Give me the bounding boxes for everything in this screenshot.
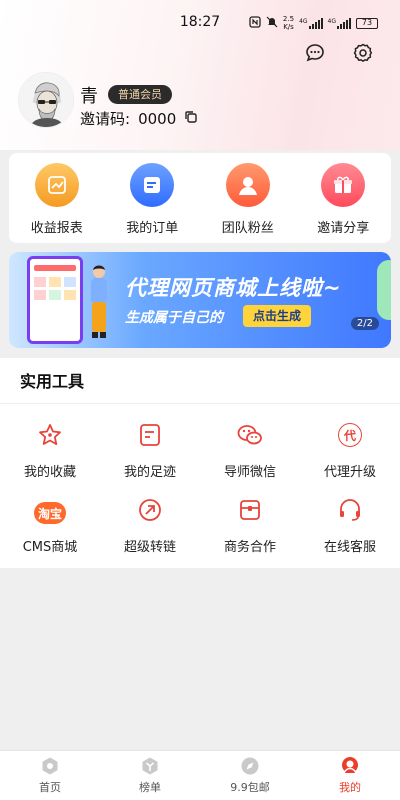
tools-grid: 我的收藏 我的足迹 导师微信 代 代理升级 淘宝 CMS商城 超级转链 商务合作… bbox=[0, 404, 400, 555]
invite-label: 邀请码: bbox=[80, 110, 131, 128]
quick-action-label: 团队粉丝 bbox=[221, 220, 274, 236]
user-name: 青 bbox=[80, 86, 98, 107]
banner-cta-button[interactable]: 点击生成 bbox=[243, 305, 312, 327]
footprint-icon bbox=[134, 419, 166, 451]
tool-label: CMS商城 bbox=[22, 540, 78, 555]
taobao-glyph: 淘宝 bbox=[34, 502, 66, 524]
tab-profile[interactable]: 我的 bbox=[300, 751, 400, 800]
chat-bubble-icon bbox=[306, 44, 324, 62]
business-icon bbox=[234, 494, 266, 526]
tab-free-shipping[interactable]: 9.9包邮 bbox=[200, 751, 300, 800]
tab-label: 首页 bbox=[39, 781, 61, 794]
tool-label: 导师微信 bbox=[223, 465, 276, 480]
banner-pager: 2/2 bbox=[350, 317, 379, 330]
person-illustration bbox=[91, 265, 107, 338]
tool-label: 我的收藏 bbox=[23, 465, 76, 480]
quick-actions-card: 收益报表 我的订单 团队粉丝 邀请分享 bbox=[9, 153, 391, 243]
quick-action-label: 收益报表 bbox=[30, 220, 83, 236]
network-speed-unit: K/s bbox=[283, 23, 294, 31]
wechat-float-decoration bbox=[377, 260, 391, 320]
gear-icon bbox=[353, 43, 373, 62]
promo-banner[interactable]: 代理网页商城上线啦~ 生成属于自己的 点击生成 2/2 bbox=[9, 252, 391, 348]
home-icon bbox=[42, 757, 58, 775]
copy-icon[interactable] bbox=[184, 110, 198, 128]
tools-section: 实用工具 我的收藏 我的足迹 导师微信 代 代理升级 淘宝 CMS商城 超级转链… bbox=[0, 358, 400, 568]
mute-icon bbox=[266, 16, 278, 31]
tab-ranking[interactable]: 榜单 bbox=[100, 751, 200, 800]
link-icon bbox=[134, 494, 166, 526]
signal-icon-2: 4G bbox=[327, 17, 351, 29]
tool-footprints[interactable]: 我的足迹 bbox=[100, 419, 200, 480]
network-speed: 2.5 K/s bbox=[283, 15, 294, 31]
gift-icon bbox=[321, 162, 366, 207]
tool-label: 在线客服 bbox=[323, 540, 376, 555]
wechat-icon bbox=[234, 419, 266, 451]
ranking-icon bbox=[142, 757, 158, 775]
phone-illustration bbox=[27, 256, 83, 344]
signal-icon: 4G bbox=[299, 17, 323, 29]
tool-mentor-wechat[interactable]: 导师微信 bbox=[200, 419, 300, 480]
banner-title: 代理网页商城上线啦~ bbox=[125, 276, 342, 300]
tool-business-cooperation[interactable]: 商务合作 bbox=[200, 494, 300, 555]
tool-super-link[interactable]: 超级转链 bbox=[100, 494, 200, 555]
battery-indicator: 73 bbox=[356, 17, 378, 29]
avatar[interactable] bbox=[18, 72, 74, 128]
chart-up-icon bbox=[34, 162, 79, 207]
user-icon bbox=[225, 162, 270, 207]
quick-action-invite-share[interactable]: 邀请分享 bbox=[303, 162, 383, 236]
signal-label-2: 4G bbox=[327, 17, 336, 25]
network-speed-value: 2.5 bbox=[282, 15, 295, 23]
status-icons: 2.5 K/s 4G 4G 73 bbox=[249, 15, 378, 31]
tool-favorites[interactable]: 我的收藏 bbox=[0, 419, 100, 480]
invite-code-row: 邀请码: 0000 bbox=[80, 108, 198, 129]
message-button[interactable] bbox=[304, 42, 326, 64]
agent-glyph: 代 bbox=[338, 423, 362, 447]
member-badge: 普通会员 bbox=[108, 85, 172, 104]
tool-label: 我的足迹 bbox=[123, 465, 176, 480]
tool-cms-mall[interactable]: 淘宝 CMS商城 bbox=[0, 494, 100, 555]
tool-label: 代理升级 bbox=[323, 465, 376, 480]
settings-button[interactable] bbox=[352, 42, 374, 64]
star-icon bbox=[34, 419, 66, 451]
tab-home[interactable]: 首页 bbox=[0, 751, 100, 800]
tool-online-support[interactable]: 在线客服 bbox=[300, 494, 400, 555]
quick-action-label: 邀请分享 bbox=[317, 220, 370, 236]
agent-upgrade-icon: 代 bbox=[334, 419, 366, 451]
compass-icon bbox=[241, 757, 259, 775]
quick-action-my-orders[interactable]: 我的订单 bbox=[112, 162, 192, 236]
nfc-icon bbox=[249, 15, 261, 31]
invite-code: 0000 bbox=[138, 109, 177, 128]
quick-action-earnings-report[interactable]: 收益报表 bbox=[17, 162, 97, 236]
profile-icon bbox=[342, 757, 358, 774]
tool-agent-upgrade[interactable]: 代 代理升级 bbox=[300, 419, 400, 480]
header-actions bbox=[304, 42, 374, 64]
headset-icon bbox=[334, 494, 366, 526]
signal-label: 4G bbox=[299, 17, 308, 25]
bottom-tab-bar: 首页 榜单 9.9包邮 我的 bbox=[0, 750, 400, 800]
tool-label: 商务合作 bbox=[223, 540, 276, 555]
tools-title: 实用工具 bbox=[0, 358, 400, 404]
taobao-icon: 淘宝 bbox=[34, 494, 66, 526]
tool-label: 超级转链 bbox=[123, 540, 176, 555]
order-list-icon bbox=[130, 162, 175, 207]
tab-label: 9.9包邮 bbox=[230, 781, 270, 794]
tab-label: 榜单 bbox=[139, 781, 161, 794]
quick-action-label: 我的订单 bbox=[126, 220, 179, 236]
tab-label: 我的 bbox=[339, 781, 361, 794]
status-bar: 18:27 2.5 K/s 4G 4G 73 bbox=[0, 0, 400, 44]
banner-subtitle: 生成属于自己的 bbox=[125, 310, 223, 326]
quick-action-team-fans[interactable]: 团队粉丝 bbox=[208, 162, 288, 236]
